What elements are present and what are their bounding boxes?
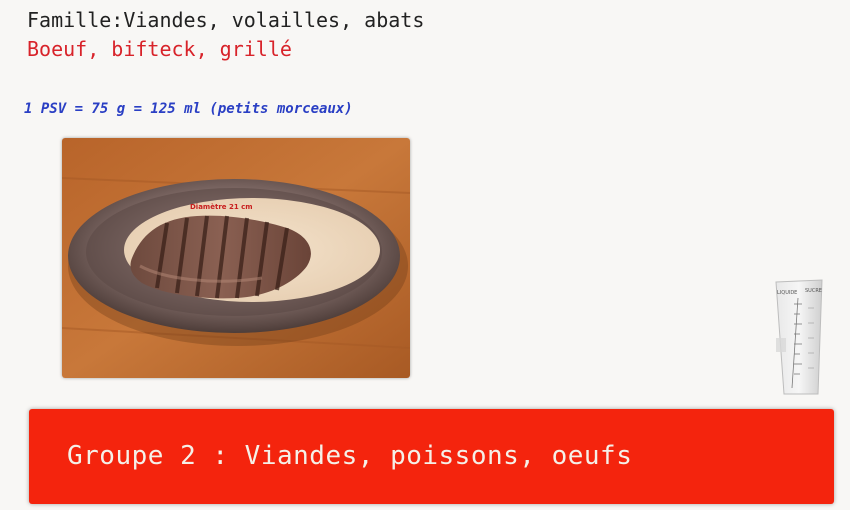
food-group-banner: Groupe 2 : Viandes, poissons, oeufs	[29, 409, 834, 504]
plate-diameter-label: Diamètre 21 cm	[190, 203, 253, 211]
cup-label-left: LIQUIDE	[777, 290, 797, 296]
portion-size-text: 1 PSV = 75 g = 125 ml (petits morceaux)	[24, 101, 353, 117]
food-group-label: Groupe 2 : Viandes, poissons, oeufs	[67, 441, 633, 471]
cup-label-right: SUCRE	[805, 288, 822, 294]
measuring-cup-image: LIQUIDE SUCRE	[772, 278, 826, 396]
food-name: Boeuf, bifteck, grillé	[27, 37, 292, 61]
food-photo: Diamètre 21 cm	[62, 138, 410, 378]
food-family-label: Famille:Viandes, volailles, abats	[27, 8, 425, 32]
